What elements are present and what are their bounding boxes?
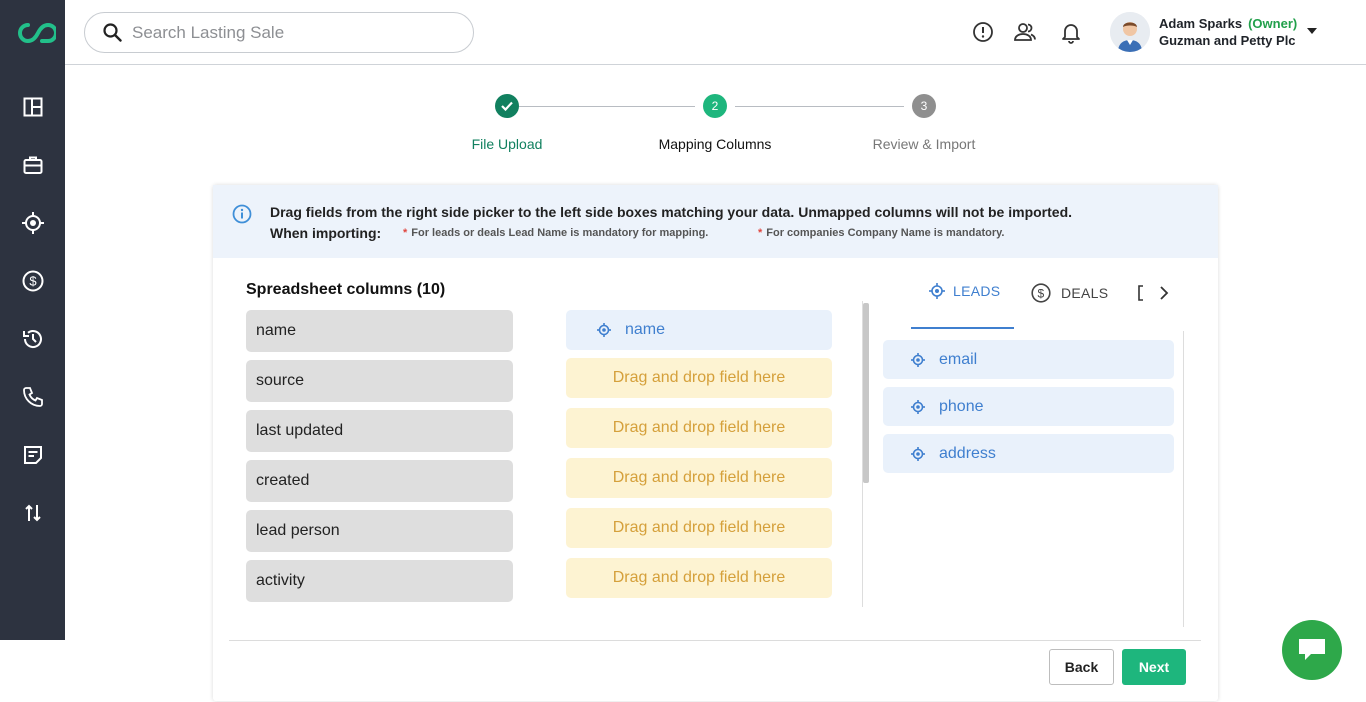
info-when-label: When importing: <box>270 225 382 241</box>
field-target-icon <box>911 399 925 414</box>
leads-target-icon <box>21 212 44 234</box>
picker-field-label: phone <box>939 397 984 415</box>
columns-scrollbar-thumb[interactable] <box>863 303 869 483</box>
users-icon[interactable] <box>1013 20 1037 44</box>
step-1-label: File Upload <box>471 136 543 152</box>
step-2-number: 2 <box>703 94 727 118</box>
drop-zone[interactable]: Drag and drop field here <box>566 358 832 398</box>
chat-widget-button[interactable] <box>1282 620 1342 680</box>
phone-icon <box>22 387 43 407</box>
step-3-number: 3 <box>912 94 936 118</box>
info-note-leads: * For leads or deals Lead Name is mandato… <box>403 227 709 239</box>
user-role: (Owner) <box>1248 16 1298 31</box>
search-box[interactable] <box>84 12 474 53</box>
drop-zone[interactable]: Drag and drop field here <box>566 408 832 448</box>
svg-text:$: $ <box>29 274 37 289</box>
footer-divider <box>229 640 1201 641</box>
picker-divider <box>1183 331 1184 627</box>
next-button[interactable]: Next <box>1122 649 1186 685</box>
tab-deals[interactable]: $ DEALS <box>1031 283 1108 303</box>
bell-icon[interactable] <box>1059 20 1083 44</box>
drop-zone[interactable]: Drag and drop field here <box>566 558 832 598</box>
sidebar-item-history[interactable] <box>0 319 65 359</box>
picker-field-phone[interactable]: phone <box>883 387 1174 426</box>
drop-zone[interactable]: Drag and drop field here <box>566 508 832 548</box>
info-note-companies: * For companies Company Name is mandatory… <box>758 227 1005 239</box>
sidebar-item-finance[interactable]: $ <box>0 261 65 301</box>
app-logo[interactable] <box>16 20 58 46</box>
spreadsheet-columns-title: Spreadsheet columns (10) <box>246 281 446 298</box>
leads-target-icon <box>929 283 945 299</box>
import-export-icon <box>24 504 41 522</box>
info-icon <box>232 204 252 229</box>
chat-bubble-icon <box>1299 639 1325 660</box>
drop-zone[interactable]: Drag and drop field here <box>566 458 832 498</box>
dashboard-icon <box>23 97 42 117</box>
sidebar-item-deals[interactable] <box>0 145 65 185</box>
picker-field-address[interactable]: address <box>883 434 1174 473</box>
step-1-check-icon <box>495 94 519 118</box>
spreadsheet-column: lead person <box>246 510 513 552</box>
tab-leads[interactable]: LEADS <box>929 283 1000 299</box>
field-target-icon <box>911 446 925 461</box>
sidebar: $ <box>0 0 65 640</box>
dollar-icon: $ <box>22 270 43 292</box>
spreadsheet-column: name <box>246 310 513 352</box>
back-button[interactable]: Back <box>1049 649 1114 685</box>
user-name-line: Adam Sparks (Owner) <box>1159 16 1297 31</box>
user-company: Guzman and Petty Plc <box>1159 33 1296 48</box>
history-icon <box>22 330 42 348</box>
sidebar-item-notes[interactable] <box>0 435 65 475</box>
svg-text:$: $ <box>1038 287 1045 301</box>
dollar-icon: $ <box>1031 283 1051 303</box>
tabs-scroll-right-chevron-icon[interactable] <box>1159 286 1169 300</box>
picker-field-email[interactable]: email <box>883 340 1174 379</box>
picker-field-label: email <box>939 350 978 368</box>
avatar[interactable] <box>1110 12 1150 52</box>
mapping-card: Drag fields from the right side picker t… <box>213 185 1218 701</box>
step-2-label: Mapping Columns <box>658 136 772 152</box>
spreadsheet-column: last updated <box>246 410 513 452</box>
active-tab-indicator <box>911 327 1014 329</box>
info-banner: Drag fields from the right side picker t… <box>213 185 1218 258</box>
info-message: Drag fields from the right side picker t… <box>270 204 1073 220</box>
spreadsheet-column: created <box>246 460 513 502</box>
search-input[interactable] <box>132 22 452 43</box>
field-target-icon <box>597 323 611 337</box>
sidebar-item-import[interactable] <box>0 493 65 533</box>
alert-icon[interactable] <box>971 20 995 44</box>
search-icon <box>103 23 122 42</box>
step-3-label: Review & Import <box>872 136 976 152</box>
mapped-field-name[interactable]: name <box>566 310 832 350</box>
picker-field-label: address <box>939 444 996 462</box>
sidebar-item-leads[interactable] <box>0 203 65 243</box>
stepper-connector <box>519 106 695 107</box>
spreadsheet-column: activity <box>246 560 513 602</box>
mapped-field-label: name <box>625 321 666 338</box>
stepper-connector <box>735 106 904 107</box>
user-name: Adam Sparks <box>1159 16 1243 31</box>
spreadsheet-column: source <box>246 360 513 402</box>
top-bar: Adam Sparks (Owner) Guzman and Petty Plc <box>65 0 1366 65</box>
sidebar-item-calls[interactable] <box>0 377 65 417</box>
tab-partial-icon[interactable] <box>1138 285 1144 301</box>
notes-icon <box>23 446 42 464</box>
briefcase-icon <box>23 156 42 174</box>
sidebar-item-dashboard[interactable] <box>0 87 65 127</box>
user-menu-chevron-down-icon[interactable] <box>1307 28 1317 34</box>
field-target-icon <box>911 352 925 367</box>
